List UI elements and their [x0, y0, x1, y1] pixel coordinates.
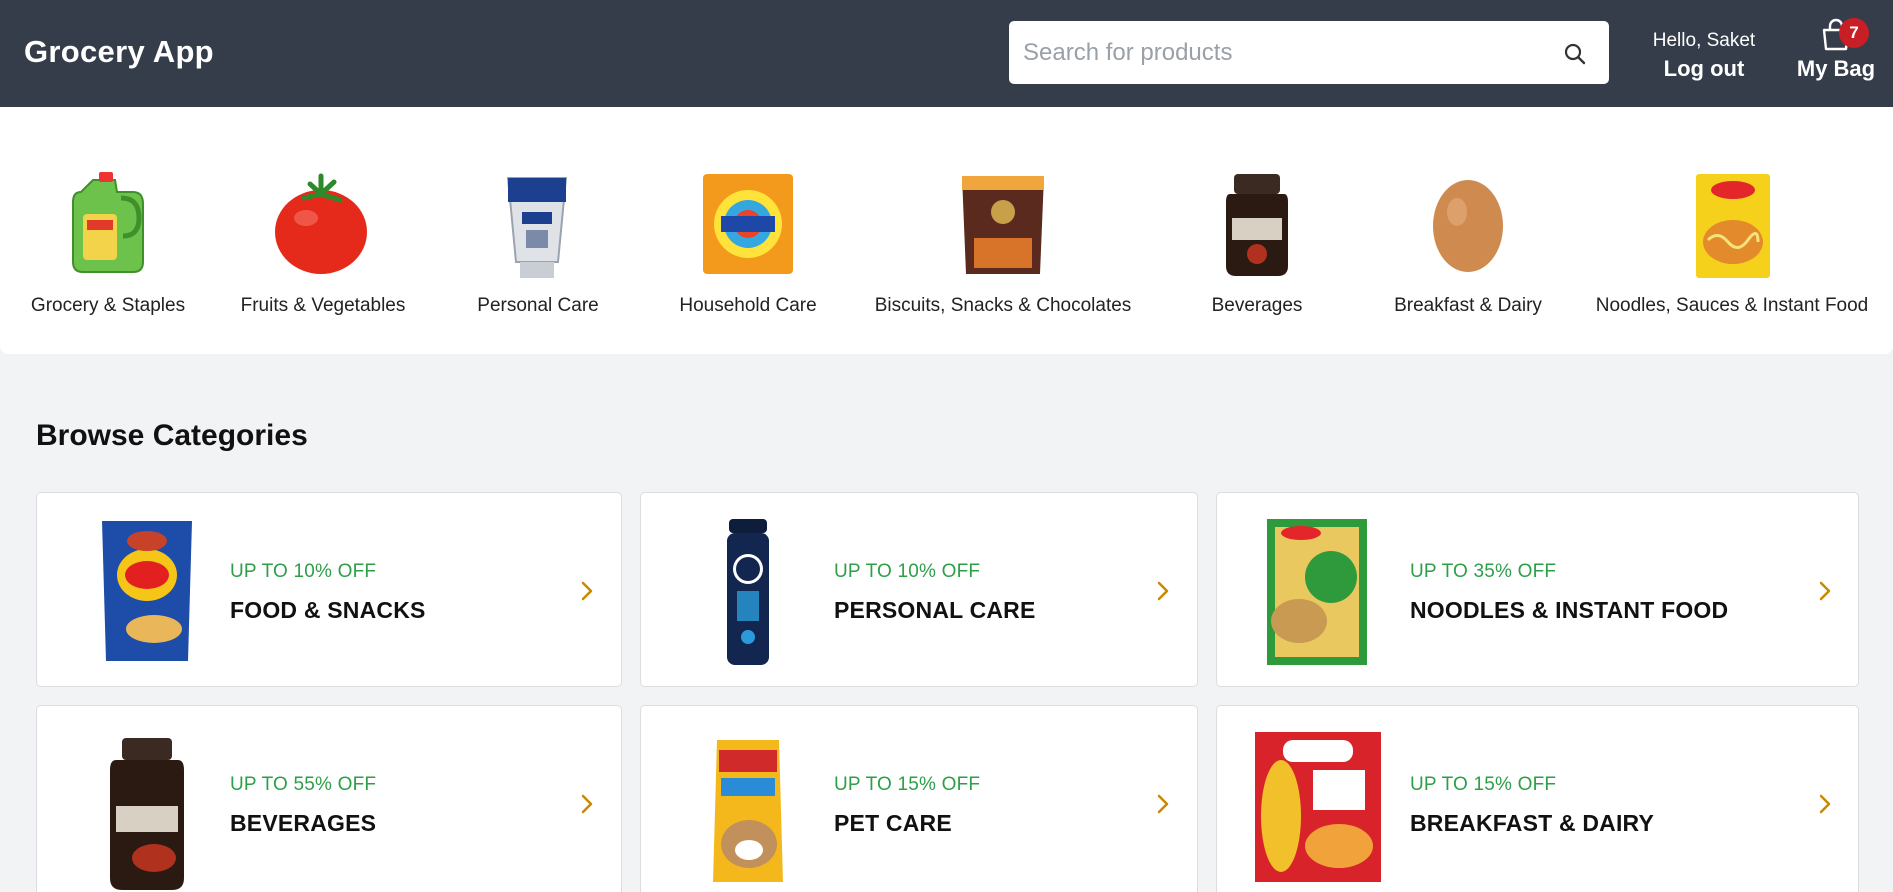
chevron-right-icon[interactable]	[1817, 791, 1833, 817]
strip-item-label: Personal Care	[477, 295, 599, 316]
oil-can-icon	[72, 172, 144, 273]
card-offer: UP TO 10% OFF	[230, 561, 377, 582]
search-icon[interactable]	[1563, 42, 1587, 66]
card-title: BEVERAGES	[230, 810, 377, 836]
card-title: PERSONAL CARE	[834, 597, 1036, 623]
chevron-right-icon[interactable]	[579, 791, 595, 817]
cream-tube-icon	[506, 177, 568, 278]
logout-button[interactable]: Log out	[1640, 56, 1768, 82]
coffee-jar-icon	[110, 738, 184, 890]
strip-item-label: Fruits & Vegetables	[240, 295, 406, 316]
search-input[interactable]	[1023, 32, 1543, 73]
egg-icon	[1433, 180, 1503, 272]
deodorant-can-icon	[727, 519, 769, 665]
category-card-pet-care[interactable]: UP TO 15% OFF PET CARE	[640, 705, 1198, 892]
detergent-pack-icon	[703, 174, 793, 274]
strip-item-label: Biscuits, Snacks & Chocolates	[874, 295, 1132, 316]
tomato-icon	[275, 173, 367, 274]
chevron-right-icon[interactable]	[1817, 578, 1833, 604]
card-title: FOOD & SNACKS	[230, 597, 426, 623]
user-menu: Hello, Saket Log out	[1640, 30, 1768, 82]
category-card-beverages[interactable]: UP TO 55% OFF BEVERAGES	[36, 705, 622, 892]
card-title: BREAKFAST & DAIRY	[1410, 810, 1655, 836]
noodles-pack-icon	[1267, 519, 1367, 665]
chips-pack-icon	[962, 176, 1044, 274]
strip-item-label: Grocery & Staples	[30, 295, 186, 316]
card-title: PET CARE	[834, 810, 952, 836]
bag-count-badge: 7	[1839, 18, 1869, 48]
top-navbar: Grocery App Hello, Saket Log out 7 My Ba…	[0, 0, 1893, 107]
chevron-right-icon[interactable]	[1155, 578, 1171, 604]
chips-bag-icon	[102, 521, 192, 661]
browse-categories-title: Browse Categories	[36, 419, 308, 452]
chevron-right-icon[interactable]	[579, 578, 595, 604]
user-greeting: Hello, Saket	[1652, 30, 1756, 51]
category-card-breakfast-dairy[interactable]: UP TO 15% OFF BREAKFAST & DAIRY	[1216, 705, 1859, 892]
card-title: NOODLES & INSTANT FOOD	[1410, 597, 1729, 623]
strip-item-label: Household Care	[679, 295, 817, 316]
category-card-food-snacks[interactable]: UP TO 10% OFF FOOD & SNACKS	[36, 492, 622, 687]
chevron-right-icon[interactable]	[1155, 791, 1171, 817]
strip-item-label: Breakfast & Dairy	[1394, 295, 1542, 316]
card-offer: UP TO 15% OFF	[1410, 774, 1557, 795]
bag-label: My Bag	[1796, 56, 1876, 81]
card-offer: UP TO 35% OFF	[1410, 561, 1557, 582]
strip-item-label: Noodles, Sauces & Instant Food	[1595, 295, 1869, 316]
my-bag-button[interactable]: 7 My Bag	[1795, 18, 1877, 82]
category-strip: Grocery & Staples Fruits & Vegetables Pe…	[0, 107, 1893, 354]
category-card-noodles[interactable]: UP TO 35% OFF NOODLES & INSTANT FOOD	[1216, 492, 1859, 687]
app-brand[interactable]: Grocery App	[24, 34, 214, 70]
coffee-jar-icon	[1226, 174, 1288, 276]
noodles-pack-icon	[1696, 174, 1770, 278]
search-box[interactable]	[1009, 21, 1609, 84]
card-offer: UP TO 10% OFF	[834, 561, 981, 582]
card-offer: UP TO 15% OFF	[834, 774, 981, 795]
card-offer: UP TO 55% OFF	[230, 774, 377, 795]
category-card-personal-care[interactable]: UP TO 10% OFF PERSONAL CARE	[640, 492, 1198, 687]
strip-item-label: Beverages	[1211, 295, 1303, 316]
cereal-box-icon	[1255, 732, 1381, 882]
dog-treat-pack-icon	[713, 740, 783, 882]
